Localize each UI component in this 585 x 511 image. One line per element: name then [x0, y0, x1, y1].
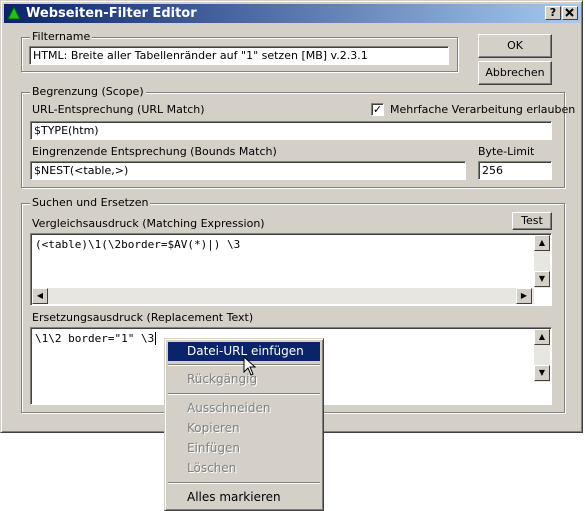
- window-title: Webseiten-Filter Editor: [26, 6, 197, 21]
- replacement-text: \1\2 border="1" \3: [35, 332, 155, 345]
- menu-item-copy[interactable]: Kopieren: [168, 419, 320, 438]
- text-caret: [155, 332, 157, 345]
- scroll-up-icon[interactable]: ▲: [534, 329, 550, 345]
- close-icon: [565, 8, 574, 17]
- mouse-pointer-icon: [243, 356, 257, 376]
- menu-item-select-all[interactable]: Alles markieren: [168, 488, 320, 507]
- menu-item-paste[interactable]: Einfügen: [168, 439, 320, 458]
- ok-button[interactable]: OK: [478, 34, 552, 58]
- matching-text: (<table)\1(\2border=$AV(*)|) \3: [35, 238, 241, 251]
- bounds-match-label: Eingrenzende Entsprechung (Bounds Match): [32, 145, 277, 158]
- filtername-field[interactable]: HTML: Breite aller Tabellenränder auf "1…: [29, 46, 449, 65]
- replacement-label: Ersetzungsausdruck (Replacement Text): [32, 311, 254, 324]
- close-button[interactable]: [562, 6, 578, 20]
- test-button[interactable]: Test: [512, 212, 552, 230]
- url-match-field[interactable]: $TYPE(htm): [30, 121, 552, 140]
- help-button[interactable]: ?: [545, 6, 561, 20]
- menu-separator: [168, 482, 320, 484]
- search-replace-legend: Suchen und Ersetzen: [30, 196, 151, 209]
- byte-limit-label: Byte-Limit: [478, 145, 535, 158]
- menu-item-delete[interactable]: Löschen: [168, 459, 320, 478]
- app-icon: [7, 6, 21, 20]
- menu-separator: [168, 393, 320, 395]
- scroll-right-icon[interactable]: ▶: [516, 288, 532, 304]
- multi-processing-checkbox[interactable]: ✓: [371, 103, 384, 116]
- title-bar[interactable]: Webseiten-Filter Editor ?: [4, 4, 581, 23]
- menu-item-cut[interactable]: Ausschneiden: [168, 399, 320, 418]
- multi-processing-label: Mehrfache Verarbeitung erlauben: [390, 103, 576, 116]
- byte-limit-field[interactable]: 256: [478, 161, 552, 180]
- scroll-down-icon[interactable]: ▼: [534, 365, 550, 381]
- matching-hscroll[interactable]: ◀ ▶: [32, 288, 534, 304]
- scroll-up-icon[interactable]: ▲: [534, 235, 550, 251]
- test-label: Test: [521, 214, 543, 227]
- matching-vscroll[interactable]: ▲ ▼: [534, 235, 550, 288]
- filtername-legend: Filtername: [30, 30, 93, 43]
- scroll-left-icon[interactable]: ◀: [32, 288, 48, 304]
- scope-legend: Begrenzung (Scope): [30, 85, 146, 98]
- bounds-match-field[interactable]: $NEST(<table,>): [30, 161, 466, 180]
- replacement-vscroll[interactable]: ▲ ▼: [534, 329, 550, 382]
- scroll-down-icon[interactable]: ▼: [534, 271, 550, 287]
- ok-label: OK: [507, 39, 523, 52]
- matching-label: Vergleichsausdruck (Matching Expression): [32, 217, 265, 230]
- cancel-label: Abbrechen: [485, 66, 545, 79]
- url-match-label: URL-Entsprechung (URL Match): [32, 103, 205, 116]
- cancel-button[interactable]: Abbrechen: [478, 61, 552, 85]
